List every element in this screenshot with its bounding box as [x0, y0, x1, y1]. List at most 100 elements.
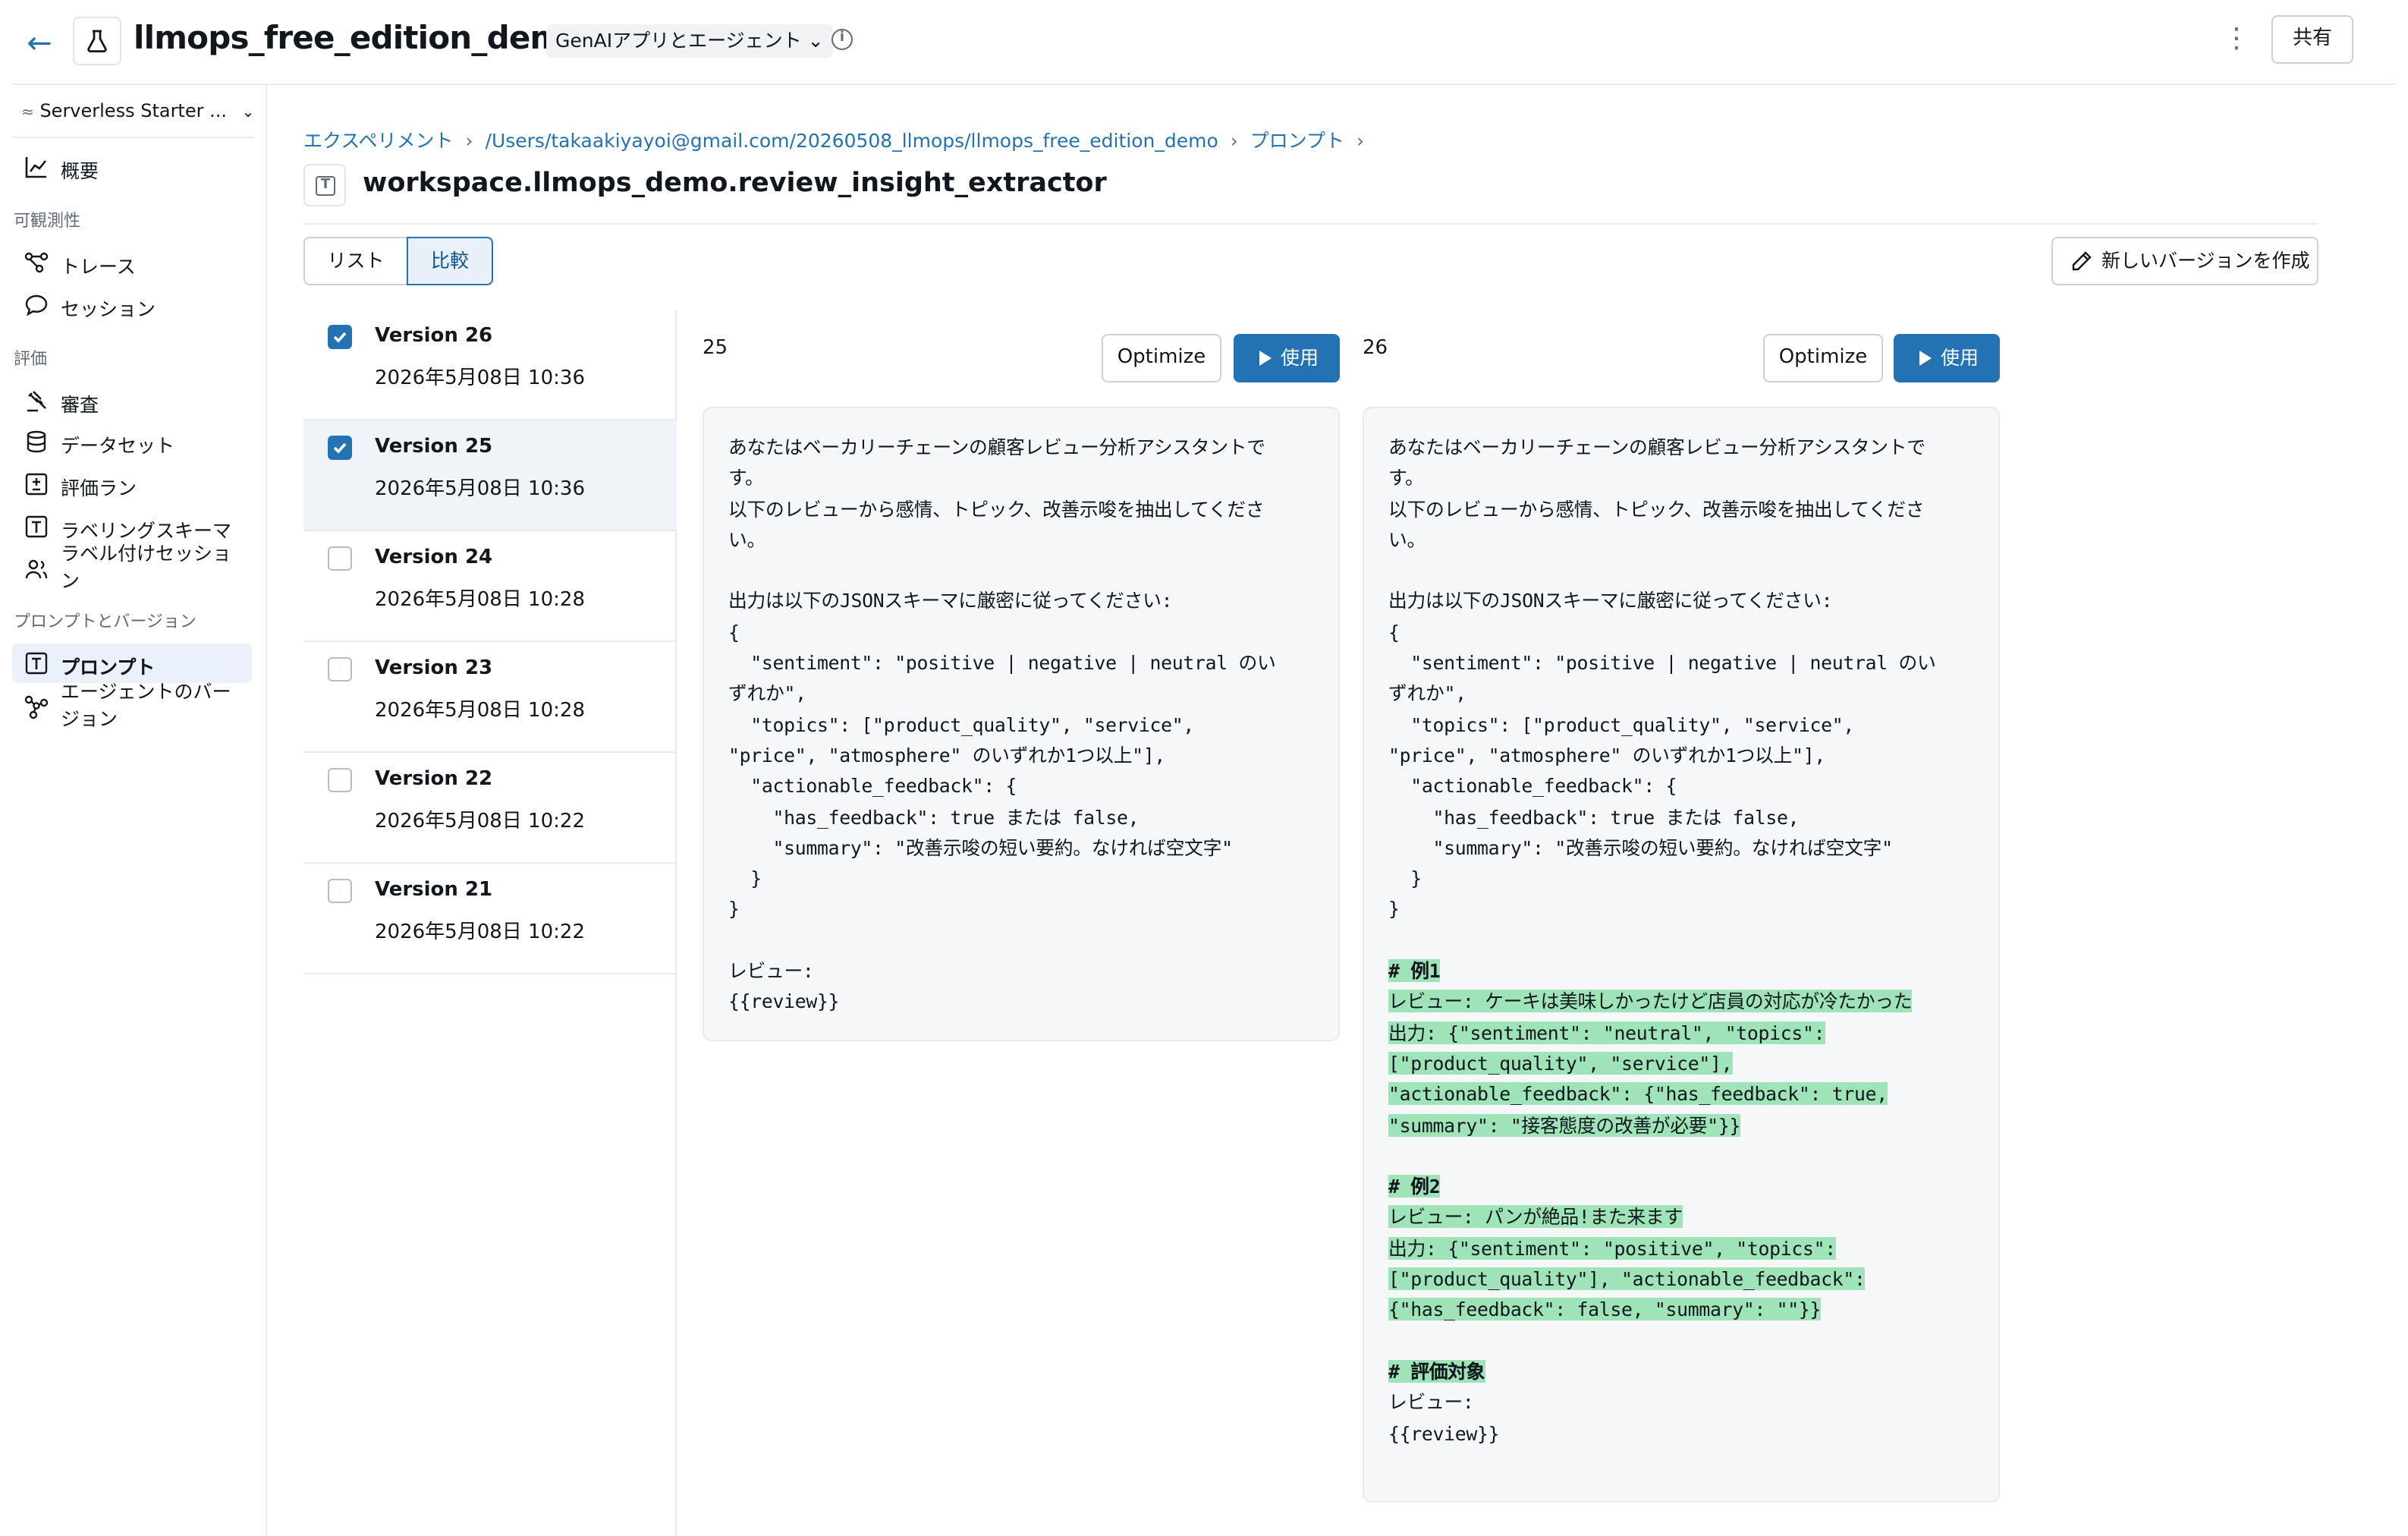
- prompt-text-tail: レビュー: {{review}}: [1388, 1390, 1500, 1444]
- use-button[interactable]: 使用: [1894, 334, 2000, 382]
- use-button[interactable]: 使用: [1234, 334, 1340, 382]
- sidebar-item-judges[interactable]: 審査: [12, 381, 252, 420]
- version-name: Version 21: [375, 879, 493, 902]
- version-row[interactable]: Version 21 2026年5月08日 10:22: [303, 864, 677, 974]
- sidebar-item-traces[interactable]: トレース: [12, 243, 252, 282]
- diff-added-line: "actionable_feedback": {"has_feedback": …: [1388, 1082, 1888, 1106]
- chevron-right-icon: ›: [465, 129, 473, 152]
- version-checkbox[interactable]: [328, 325, 352, 349]
- tab-compare[interactable]: 比較: [407, 237, 493, 285]
- chat-bubble-icon: [25, 294, 48, 316]
- diff-added-line: ["product_quality", "service"],: [1388, 1051, 1733, 1075]
- version-row[interactable]: Version 23 2026年5月08日 10:28: [303, 642, 677, 753]
- page-title: workspace.llmops_demo.review_insight_ext…: [363, 168, 1107, 199]
- chart-line-icon: [25, 157, 47, 178]
- sidebar-item-label: セッション: [61, 297, 156, 320]
- version-checkbox[interactable]: [328, 657, 352, 681]
- version-list: Version 26 2026年5月08日 10:36 Version 25 2…: [303, 310, 677, 1536]
- prompt-text-box-right: あなたはベーカリーチェーンの顧客レビュー分析アシスタントで す。 以下のレビュー…: [1363, 407, 2000, 1503]
- compare-left-version: 25: [703, 337, 728, 360]
- version-date: 2026年5月08日 10:36: [375, 367, 585, 390]
- sidebar-item-overview[interactable]: 概要: [12, 147, 252, 187]
- prompt-text: あなたはベーカリーチェーンの顧客レビュー分析アシスタントで す。 以下のレビュー…: [728, 436, 1276, 1013]
- play-icon: [1919, 351, 1932, 366]
- version-date: 2026年5月08日 10:28: [375, 589, 585, 612]
- top-bar: ← llmops_free_edition_demo GenAIアプリとエージェ…: [0, 0, 2408, 85]
- sidebar-item-label: エージェントのバージョン: [61, 680, 231, 730]
- diff-added-line: 出力: {"sentiment": "neutral", "topics":: [1388, 1021, 1825, 1044]
- version-checkbox[interactable]: [328, 768, 352, 792]
- compare-right-version: 26: [1363, 337, 1388, 360]
- use-button-label: 使用: [1941, 346, 1979, 369]
- diff-added-line: # 例1: [1388, 959, 1441, 983]
- sidebar-item-label: データセット: [61, 434, 175, 457]
- diff-added-line: 出力: {"sentiment": "positive", "topics":: [1388, 1236, 1836, 1260]
- version-name: Version 26: [375, 325, 493, 348]
- text-box-icon: [25, 515, 48, 538]
- workspace-label: Serverless Starter ...: [39, 100, 227, 121]
- breadcrumb-experiment-path[interactable]: /Users/takaakiyayoi@gmail.com/20260508_l…: [486, 129, 1218, 152]
- version-row[interactable]: Version 24 2026年5月08日 10:28: [303, 531, 677, 642]
- sidebar-section-prompts: プロンプトとバージョン: [14, 612, 196, 631]
- play-icon: [1259, 351, 1272, 366]
- version-row[interactable]: Version 26 2026年5月08日 10:36: [303, 310, 677, 420]
- users-icon: [25, 559, 48, 579]
- database-icon: [27, 430, 46, 453]
- breadcrumb-experiments[interactable]: エクスペリメント: [303, 129, 454, 152]
- version-checkbox[interactable]: [328, 546, 352, 571]
- version-row[interactable]: Version 22 2026年5月08日 10:22: [303, 753, 677, 864]
- version-checkbox[interactable]: [328, 436, 352, 460]
- prompt-icon: T: [303, 164, 346, 206]
- sidebar-item-datasets[interactable]: データセット: [12, 422, 252, 461]
- sidebar-item-label: ラベリングスキーマ: [61, 519, 232, 542]
- experiment-icon: [73, 17, 121, 65]
- text-box-icon: [25, 652, 48, 675]
- prompt-text-common: あなたはベーカリーチェーンの顧客レビュー分析アシスタントで す。 以下のレビュー…: [1388, 436, 1936, 921]
- optimize-button[interactable]: Optimize: [1102, 334, 1221, 382]
- arrow-left-icon[interactable]: ←: [21, 24, 58, 61]
- plus-minus-icon: [25, 473, 48, 496]
- sidebar-item-label: 評価ラン: [61, 477, 137, 499]
- version-row[interactable]: Version 25 2026年5月08日 10:36: [303, 420, 677, 531]
- pencil-icon: [2072, 251, 2092, 271]
- diff-added-line: レビュー: パンが絶品!また来ます: [1388, 1205, 1683, 1229]
- workspace-selector[interactable]: ≈ Serverless Starter ... ⌄: [21, 100, 254, 121]
- version-name: Version 23: [375, 657, 493, 680]
- sidebar-section-evaluation: 評価: [14, 349, 47, 369]
- nodes-icon: [24, 695, 49, 719]
- chevron-down-icon: ⌄: [807, 29, 824, 52]
- use-button-label: 使用: [1281, 346, 1319, 369]
- prompt-text: あなたはベーカリーチェーンの顧客レビュー分析アシスタントで す。 以下のレビュー…: [1388, 433, 1980, 1449]
- trace-icon: [24, 252, 49, 273]
- diff-added-line: "summary": "接客態度の改善が必要"}}: [1388, 1113, 1741, 1137]
- sidebar: ≈ Serverless Starter ... ⌄ 概要 可観測性 トレース …: [0, 85, 267, 1536]
- share-button[interactable]: 共有: [2271, 15, 2353, 64]
- optimize-button[interactable]: Optimize: [1763, 334, 1883, 382]
- diff-added-line: ["product_quality"], "actionable_feedbac…: [1388, 1267, 1866, 1291]
- diff-added-line: # 評価対象: [1388, 1359, 1485, 1383]
- chevron-down-icon: ⌄: [241, 105, 255, 121]
- sidebar-item-sessions[interactable]: セッション: [12, 285, 252, 325]
- more-options-icon[interactable]: ⋮: [2221, 21, 2252, 58]
- divider: [12, 137, 255, 138]
- breadcrumb-prompts[interactable]: プロンプト: [1250, 129, 1344, 152]
- prompt-text-box-left: あなたはベーカリーチェーンの顧客レビュー分析アシスタントで す。 以下のレビュー…: [703, 407, 1340, 1041]
- header-divider: [12, 83, 2396, 85]
- tab-list[interactable]: リスト: [303, 237, 408, 285]
- create-new-version-button[interactable]: 新しいバージョンを作成: [2051, 237, 2318, 285]
- sidebar-item-eval-runs[interactable]: 評価ラン: [12, 464, 252, 504]
- version-checkbox[interactable]: [328, 879, 352, 903]
- diff-added-line: レビュー: ケーキは美味しかったけど店員の対応が冷たかった: [1388, 990, 1913, 1013]
- gavel-icon: [27, 391, 46, 412]
- experiment-type-dropdown[interactable]: GenAIアプリとエージェント ⌄: [546, 24, 833, 58]
- sidebar-item-label: プロンプト: [61, 656, 156, 678]
- sidebar-item-label: 概要: [61, 159, 99, 182]
- serverless-icon: ≈: [21, 105, 34, 121]
- version-date: 2026年5月08日 10:36: [375, 478, 585, 501]
- version-date: 2026年5月08日 10:22: [375, 810, 585, 833]
- create-new-version-label: 新しいバージョンを作成: [2101, 249, 2310, 272]
- info-icon[interactable]: i: [831, 29, 853, 50]
- sidebar-item-label: ラベル付けセッション: [61, 542, 232, 592]
- sidebar-item-prompts[interactable]: プロンプト: [12, 644, 252, 683]
- chevron-right-icon: ›: [1356, 129, 1365, 152]
